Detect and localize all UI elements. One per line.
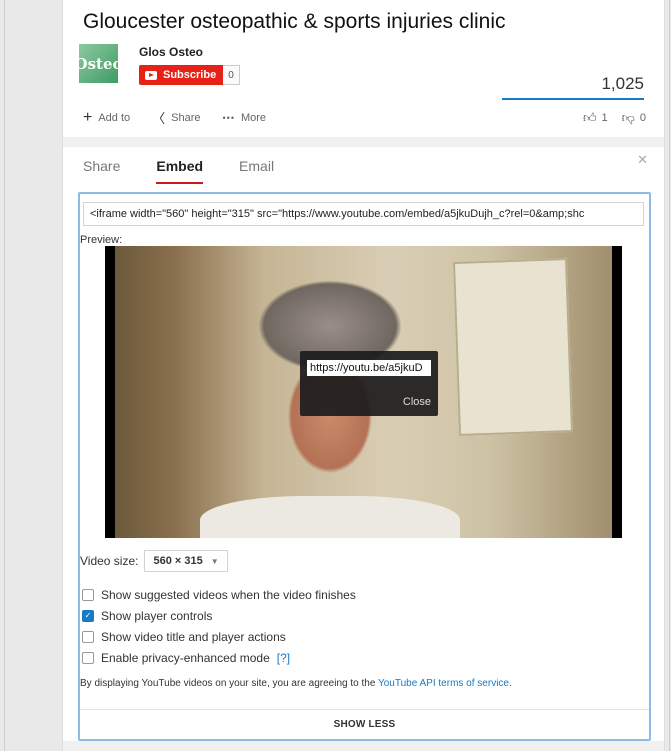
privacy-help-link[interactable]: [?] (277, 651, 290, 665)
embed-panel: <iframe width="560" height="315" src="ht… (78, 192, 651, 741)
channel-name[interactable]: Glos Osteo (139, 45, 203, 59)
terms-suffix: . (508, 678, 512, 689)
view-count: 1,025 (601, 74, 644, 93)
bottom-divider (63, 741, 664, 751)
tab-embed[interactable]: Embed (156, 158, 204, 184)
tab-share[interactable]: Share (83, 158, 120, 184)
thumbs-up-icon: 👍︎ (582, 110, 597, 125)
more-button[interactable]: ••• More (223, 112, 267, 124)
close-icon[interactable]: ✕ (637, 152, 648, 168)
subscribe-label: Subscribe (163, 69, 217, 81)
like-count: 1 (601, 112, 608, 124)
checkbox-player-controls[interactable]: ✓ (82, 609, 94, 622)
watch-page: Gloucester osteopathic & sports injuries… (63, 0, 664, 751)
like-button[interactable]: 👍︎ 1 (583, 110, 608, 126)
video-preview[interactable]: https://youtu.be/a5jkuD Close (105, 246, 622, 538)
more-label: More (240, 112, 267, 124)
subscriber-count: 0 (223, 65, 240, 85)
chevron-down-icon: ▼ (210, 556, 219, 566)
option-title-actions[interactable]: Show video title and player actions (82, 626, 356, 647)
add-to-label: Add to (98, 112, 131, 124)
preview-label: Preview: (80, 234, 123, 246)
dislike-count: 0 (639, 112, 646, 124)
subscribe-widget: Subscribe 0 (139, 65, 240, 85)
share-button[interactable]: 〈 Share (152, 112, 200, 125)
option-label: Enable privacy-enhanced mode (101, 650, 270, 665)
video-size-value: 560 × 315 (153, 555, 203, 567)
show-less-button[interactable]: SHOW LESS (80, 709, 649, 738)
embed-code-field[interactable]: <iframe width="560" height="315" src="ht… (83, 202, 644, 226)
section-divider (63, 137, 664, 147)
option-label: Show suggested videos when the video fin… (101, 587, 356, 602)
terms-notice: By displaying YouTube videos on your sit… (80, 678, 512, 689)
channel-avatar-text: Osteo (79, 54, 118, 73)
option-suggested-videos[interactable]: Show suggested videos when the video fin… (82, 584, 356, 605)
share-tabs: Share Embed Email (83, 158, 274, 184)
add-to-button[interactable]: + Add to (83, 110, 130, 126)
video-size-label: Video size: (80, 554, 139, 568)
terms-link[interactable]: YouTube API terms of service (378, 678, 509, 689)
channel-avatar[interactable]: Osteo (79, 44, 118, 83)
option-player-controls[interactable]: ✓ Show player controls (82, 605, 356, 626)
embed-options: Show suggested videos when the video fin… (82, 584, 356, 668)
option-label: Show player controls (101, 608, 213, 623)
framed-certificate-image (452, 258, 574, 436)
subscribe-button[interactable]: Subscribe (139, 65, 224, 85)
option-privacy-mode[interactable]: Enable privacy-enhanced mode [?] (82, 647, 356, 668)
more-dots-icon: ••• (222, 113, 235, 123)
shirt-image (200, 496, 460, 538)
share-url-popup: https://youtu.be/a5jkuD Close (300, 351, 438, 416)
checkbox-title-actions[interactable] (82, 630, 94, 643)
tab-email[interactable]: Email (239, 158, 274, 184)
share-url-field[interactable]: https://youtu.be/a5jkuD (307, 360, 431, 376)
sentiment-bar (502, 98, 644, 100)
checkbox-privacy-mode[interactable] (82, 651, 94, 664)
video-title: Gloucester osteopathic & sports injuries… (83, 10, 506, 33)
rating-bar: 👍︎ 1 👎︎ 0 (583, 110, 646, 126)
plus-icon: + (83, 109, 93, 126)
video-size-row: Video size: 560 × 315 ▼ (80, 550, 228, 572)
thumbs-down-icon: 👎︎ (621, 110, 635, 125)
option-label: Show video title and player actions (101, 629, 286, 644)
popup-close-button[interactable]: Close (403, 396, 431, 408)
checkbox-suggested-videos[interactable] (82, 588, 94, 601)
terms-prefix: By displaying YouTube videos on your sit… (80, 678, 378, 689)
dislike-button[interactable]: 👎︎ 0 (622, 110, 646, 126)
share-label: Share (171, 112, 201, 124)
action-bar: + Add to 〈 Share ••• More (83, 110, 266, 126)
video-size-select[interactable]: 560 × 315 ▼ (144, 550, 228, 572)
youtube-play-icon (145, 70, 157, 80)
share-icon: 〈 (152, 110, 166, 126)
